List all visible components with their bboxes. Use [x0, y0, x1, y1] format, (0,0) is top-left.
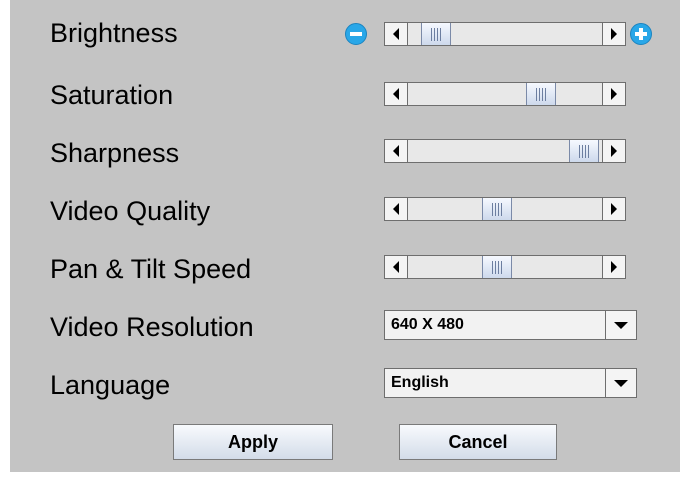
saturation-decrease-arrow[interactable] [385, 83, 408, 105]
apply-button[interactable]: Apply [173, 424, 333, 460]
saturation-increase-arrow[interactable] [602, 83, 625, 105]
saturation-slider[interactable] [384, 82, 626, 106]
chevron-down-icon [614, 379, 628, 387]
saturation-slider-thumb[interactable] [526, 83, 557, 105]
brightness-decrease-arrow[interactable] [385, 23, 408, 45]
saturation-label: Saturation [50, 80, 174, 110]
arrow-right-icon [611, 28, 617, 40]
cancel-button[interactable]: Cancel [399, 424, 557, 460]
sharpness-label: Sharpness [50, 138, 180, 168]
video-resolution-label: Video Resolution [50, 312, 254, 342]
arrow-left-icon [393, 145, 399, 157]
pan-tilt-speed-increase-arrow[interactable] [602, 256, 625, 278]
arrow-left-icon [393, 203, 399, 215]
sharpness-decrease-arrow[interactable] [385, 140, 408, 162]
language-dropdown-button[interactable] [605, 369, 636, 397]
brightness-label: Brightness [50, 18, 178, 48]
video-resolution-value: 640 X 480 [391, 316, 464, 333]
video-quality-slider[interactable] [384, 197, 626, 221]
arrow-left-icon [393, 261, 399, 273]
arrow-left-icon [393, 88, 399, 100]
pan-tilt-speed-slider-thumb[interactable] [481, 256, 512, 278]
brightness-slider-thumb[interactable] [421, 23, 452, 45]
language-select[interactable]: English [384, 368, 637, 398]
pan-tilt-speed-label: Pan & Tilt Speed [50, 254, 252, 284]
sharpness-slider[interactable] [384, 139, 626, 163]
arrow-left-icon [393, 28, 399, 40]
settings-panel: Brightness Saturation Sharpness Video Qu… [10, 0, 680, 472]
sharpness-slider-thumb[interactable] [568, 140, 599, 162]
pan-tilt-speed-decrease-arrow[interactable] [385, 256, 408, 278]
language-value: English [391, 374, 449, 391]
language-label: Language [50, 370, 171, 400]
brightness-increase-arrow[interactable] [602, 23, 625, 45]
chevron-down-icon [614, 321, 628, 329]
minus-circle-icon[interactable] [345, 23, 367, 45]
pan-tilt-speed-slider[interactable] [384, 255, 626, 279]
brightness-slider[interactable] [384, 22, 626, 46]
video-resolution-dropdown-button[interactable] [605, 311, 636, 339]
video-quality-decrease-arrow[interactable] [385, 198, 408, 220]
plus-circle-icon[interactable] [630, 23, 652, 45]
video-quality-slider-thumb[interactable] [481, 198, 512, 220]
arrow-right-icon [611, 203, 617, 215]
video-quality-label: Video Quality [50, 196, 211, 226]
arrow-right-icon [611, 88, 617, 100]
arrow-right-icon [611, 145, 617, 157]
video-resolution-select[interactable]: 640 X 480 [384, 310, 637, 340]
sharpness-increase-arrow[interactable] [602, 140, 625, 162]
arrow-right-icon [611, 261, 617, 273]
video-quality-increase-arrow[interactable] [602, 198, 625, 220]
